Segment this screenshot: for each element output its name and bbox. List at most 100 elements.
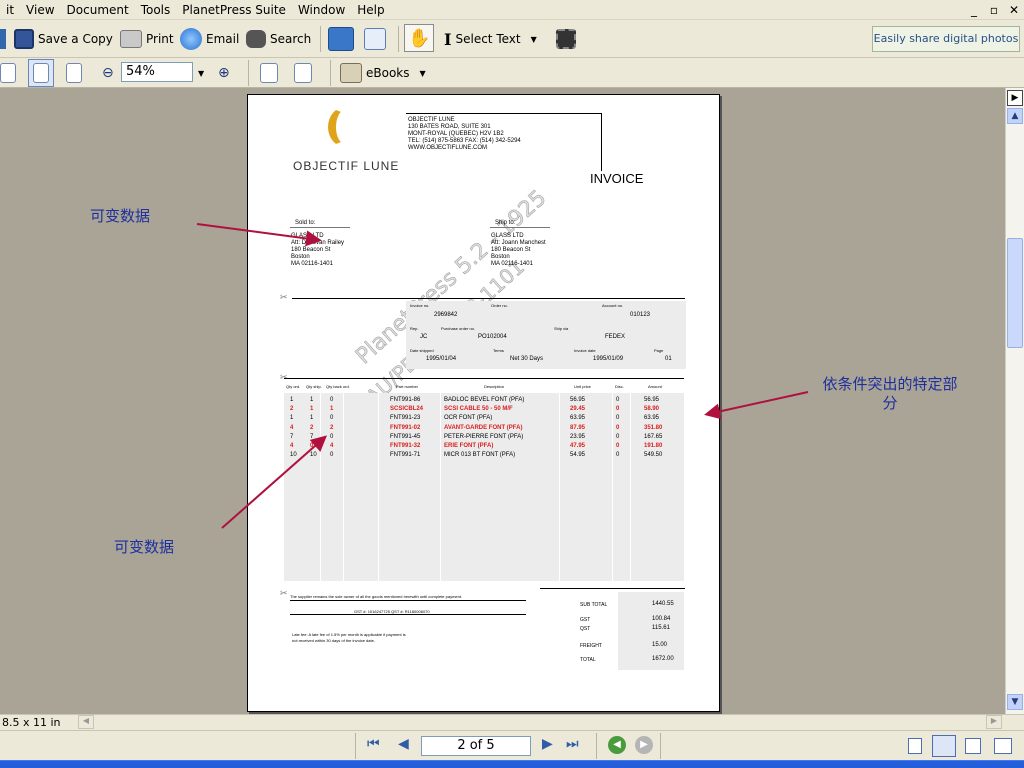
terms-label: Terms bbox=[493, 348, 504, 353]
address-line: 130 BATES ROAD, SUITE 301 bbox=[408, 124, 491, 130]
first-page-icon[interactable]: ⏮ bbox=[367, 736, 380, 752]
ebook-icon bbox=[340, 63, 362, 83]
cell-qb: 0 bbox=[330, 397, 334, 403]
easily-share-photos-ad[interactable]: Easily share digital photos bbox=[872, 26, 1020, 52]
minus-circle-icon: ⊖ bbox=[102, 65, 114, 81]
column-header: Unit price bbox=[574, 384, 591, 389]
ownership-note: The supplier remains the sole owner of a… bbox=[290, 594, 463, 599]
table-row: 1 1 0 FNT991-86 BADLOC BEVEL FONT (PFA) 56.95… bbox=[284, 397, 684, 406]
cell-desc: MICR 013 BT FONT (PFA) bbox=[444, 452, 516, 459]
print-button[interactable]: Print bbox=[120, 25, 174, 53]
chevron-down-icon[interactable]: ▼ bbox=[531, 35, 537, 44]
continuous-facing-view-icon[interactable] bbox=[994, 738, 1012, 754]
cell-qb: 0 bbox=[330, 452, 334, 459]
photoshop-album-button[interactable] bbox=[328, 25, 354, 53]
single-page-view-icon[interactable] bbox=[908, 738, 922, 754]
ebooks-label: eBooks bbox=[366, 66, 410, 80]
zoom-dropdown[interactable]: ▼ bbox=[198, 59, 204, 87]
menu-document[interactable]: Document bbox=[61, 0, 135, 20]
page-icon bbox=[33, 63, 49, 83]
picture-tasks-button[interactable] bbox=[364, 25, 386, 53]
cell-qb: 0 bbox=[330, 433, 334, 440]
toolbar-separator bbox=[355, 733, 356, 759]
menu-window[interactable]: Window bbox=[292, 0, 351, 20]
annotation-highlight: 依条件突出的特定部分 bbox=[822, 375, 958, 412]
facing-view-icon[interactable] bbox=[965, 738, 981, 754]
restore-button[interactable]: ▫ bbox=[984, 0, 1004, 20]
annotation-variable-data-bottom: 可变数据 bbox=[114, 538, 175, 556]
vertical-scrollbar[interactable]: ▶ ▲ ▼ bbox=[1005, 88, 1024, 714]
divider bbox=[406, 113, 602, 114]
save-copy-label: Save a Copy bbox=[38, 32, 113, 46]
scroll-right-arrow[interactable]: ▶ bbox=[986, 715, 1002, 729]
actual-size-button[interactable] bbox=[28, 59, 54, 87]
ebooks-button[interactable]: eBooks ▼ bbox=[340, 59, 426, 87]
terms-value: Net 30 Days bbox=[510, 356, 544, 362]
cell-price: 54.95 bbox=[570, 452, 586, 459]
toolbar-grip bbox=[0, 25, 6, 53]
cell-desc: AVANT-GARDE FONT (PFA) bbox=[444, 424, 523, 431]
rotate-clockwise-button[interactable] bbox=[260, 59, 278, 87]
zoom-out-button[interactable]: ⊖ bbox=[102, 59, 114, 87]
cell-price: 47.95 bbox=[570, 443, 586, 449]
print-label: Print bbox=[146, 32, 174, 46]
go-back-icon[interactable]: ◀ bbox=[608, 736, 626, 754]
fit-width-button[interactable] bbox=[66, 59, 82, 87]
cell-qo: 4 bbox=[290, 443, 294, 449]
window-controls: _ ▫ ✕ bbox=[964, 0, 1024, 20]
previous-page-icon[interactable]: ◀ bbox=[398, 736, 409, 752]
snapshot-button[interactable] bbox=[556, 25, 576, 53]
menu-edit[interactable]: it bbox=[0, 0, 20, 20]
company-address: OBJECTIF LUNE 130 BATES ROAD, SUITE 301 … bbox=[408, 117, 521, 152]
scissors-icon: ✂ bbox=[280, 373, 288, 383]
cell-qb: 0 bbox=[330, 415, 334, 422]
toolbar-separator bbox=[330, 60, 331, 86]
hand-tool-button[interactable]: ✋ bbox=[404, 24, 435, 52]
fit-page-button[interactable] bbox=[0, 59, 16, 87]
menu-view[interactable]: View bbox=[20, 0, 60, 20]
ship-to-line: Boston bbox=[491, 254, 510, 260]
total-value: 115.61 bbox=[652, 625, 670, 631]
last-page-icon[interactable]: ⏭ bbox=[566, 736, 579, 752]
total-value: 100.84 bbox=[652, 616, 671, 622]
cell-desc: ERIE FONT (PFA) bbox=[444, 443, 494, 449]
invoice-no-value: 2969842 bbox=[434, 312, 458, 318]
menu-planetpress-suite[interactable]: PlanetPress Suite bbox=[176, 0, 292, 20]
minimize-button[interactable]: _ bbox=[964, 0, 984, 20]
date-shipped-label: Date shipped bbox=[410, 348, 434, 353]
sold-to-line: 180 Beacon St bbox=[291, 247, 331, 253]
printer-icon bbox=[120, 30, 142, 48]
search-button[interactable]: Search bbox=[246, 25, 311, 53]
toolbar-separator bbox=[596, 733, 597, 759]
next-page-icon[interactable]: ▶ bbox=[542, 736, 553, 752]
rotate-page-icon bbox=[260, 63, 278, 83]
save-copy-button[interactable]: Save a Copy bbox=[14, 25, 113, 53]
zoom-in-button[interactable]: ⊕ bbox=[218, 59, 230, 87]
cell-qo: 2 bbox=[290, 406, 294, 413]
scroll-up-arrow[interactable]: ▲ bbox=[1007, 108, 1023, 124]
scroll-left-arrow[interactable]: ◀ bbox=[78, 715, 94, 729]
cell-qb: 4 bbox=[330, 443, 334, 449]
zoom-input[interactable]: 54% bbox=[121, 62, 193, 82]
scissors-icon: ✂ bbox=[280, 589, 288, 599]
windows-taskbar bbox=[0, 760, 1024, 768]
cell-qo: 1 bbox=[290, 415, 294, 422]
continuous-view-icon[interactable] bbox=[932, 735, 956, 757]
page-forward-arrow[interactable]: ▶ bbox=[1007, 90, 1023, 106]
menu-help[interactable]: Help bbox=[351, 0, 390, 20]
scroll-thumb[interactable] bbox=[1007, 238, 1023, 348]
ship-via-value: FEDEX bbox=[605, 334, 626, 340]
rep-value: JC bbox=[420, 334, 428, 340]
email-button[interactable]: Email bbox=[180, 25, 239, 53]
scroll-down-arrow[interactable]: ▼ bbox=[1007, 694, 1023, 710]
cell-qs: 7 bbox=[310, 433, 314, 440]
go-forward-icon[interactable]: ▶ bbox=[635, 736, 653, 754]
invoice-no-label: Invoice no. bbox=[410, 303, 430, 308]
select-text-button[interactable]: I Select Text ▼ bbox=[444, 25, 537, 53]
cell-part: FNT991-02 bbox=[390, 424, 421, 431]
menu-tools[interactable]: Tools bbox=[135, 0, 177, 20]
close-button[interactable]: ✕ bbox=[1004, 0, 1024, 20]
rotate-counterclockwise-button[interactable] bbox=[294, 59, 312, 87]
page-number-input[interactable]: 2 of 5 bbox=[421, 736, 531, 756]
page-icon bbox=[66, 63, 82, 83]
